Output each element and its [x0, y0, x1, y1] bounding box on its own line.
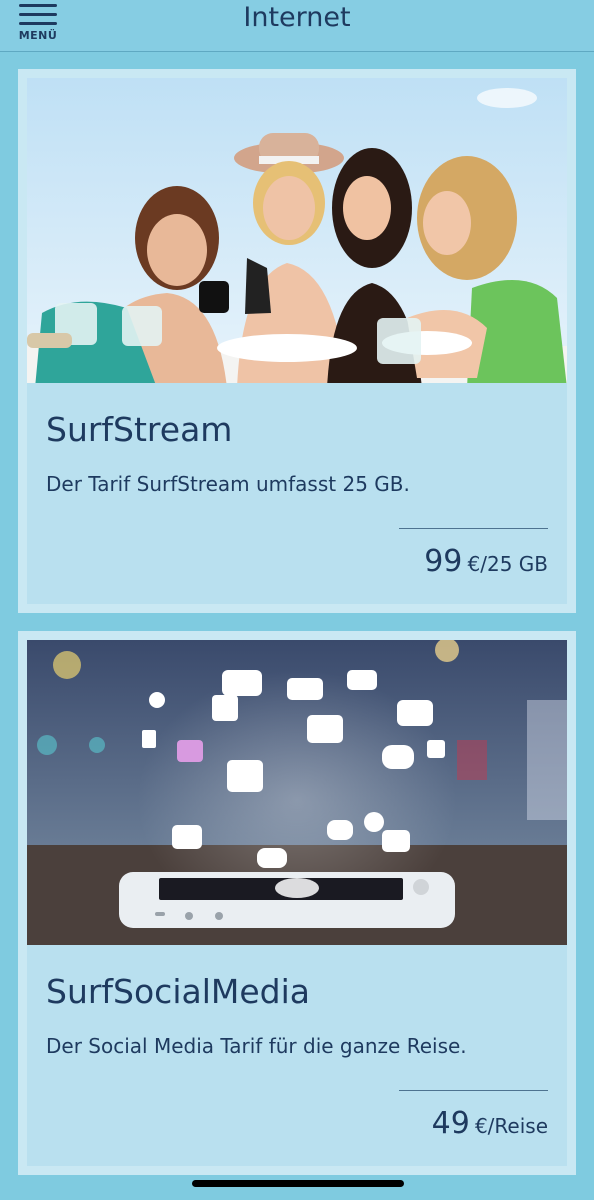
social-media-phone-image — [27, 640, 567, 945]
page-title: Internet — [243, 2, 351, 33]
price-divider — [399, 528, 548, 529]
price: 49 €/Reise — [432, 1106, 548, 1141]
price-value: 99 — [424, 544, 463, 579]
card-title: SurfStream — [46, 410, 233, 449]
card-description: Der Tarif SurfStream umfasst 25 GB. — [46, 472, 410, 496]
home-indicator[interactable] — [192, 1180, 404, 1187]
card-description: Der Social Media Tarif für die ganze Rei… — [46, 1034, 467, 1058]
app-header: MENÜ Internet — [0, 0, 594, 52]
card-title: SurfSocialMedia — [46, 972, 310, 1011]
price: 99 €/25 GB — [424, 544, 548, 579]
price-unit: €/25 GB — [467, 552, 549, 576]
price-divider — [399, 1090, 548, 1091]
price-unit: €/Reise — [474, 1114, 548, 1138]
friends-with-phone-image — [27, 78, 567, 383]
tariff-card-surfsocialmedia[interactable]: SurfSocialMedia Der Social Media Tarif f… — [18, 631, 576, 1175]
price-value: 49 — [431, 1106, 470, 1141]
tariff-card-surfstream[interactable]: SurfStream Der Tarif SurfStream umfasst … — [18, 69, 576, 613]
